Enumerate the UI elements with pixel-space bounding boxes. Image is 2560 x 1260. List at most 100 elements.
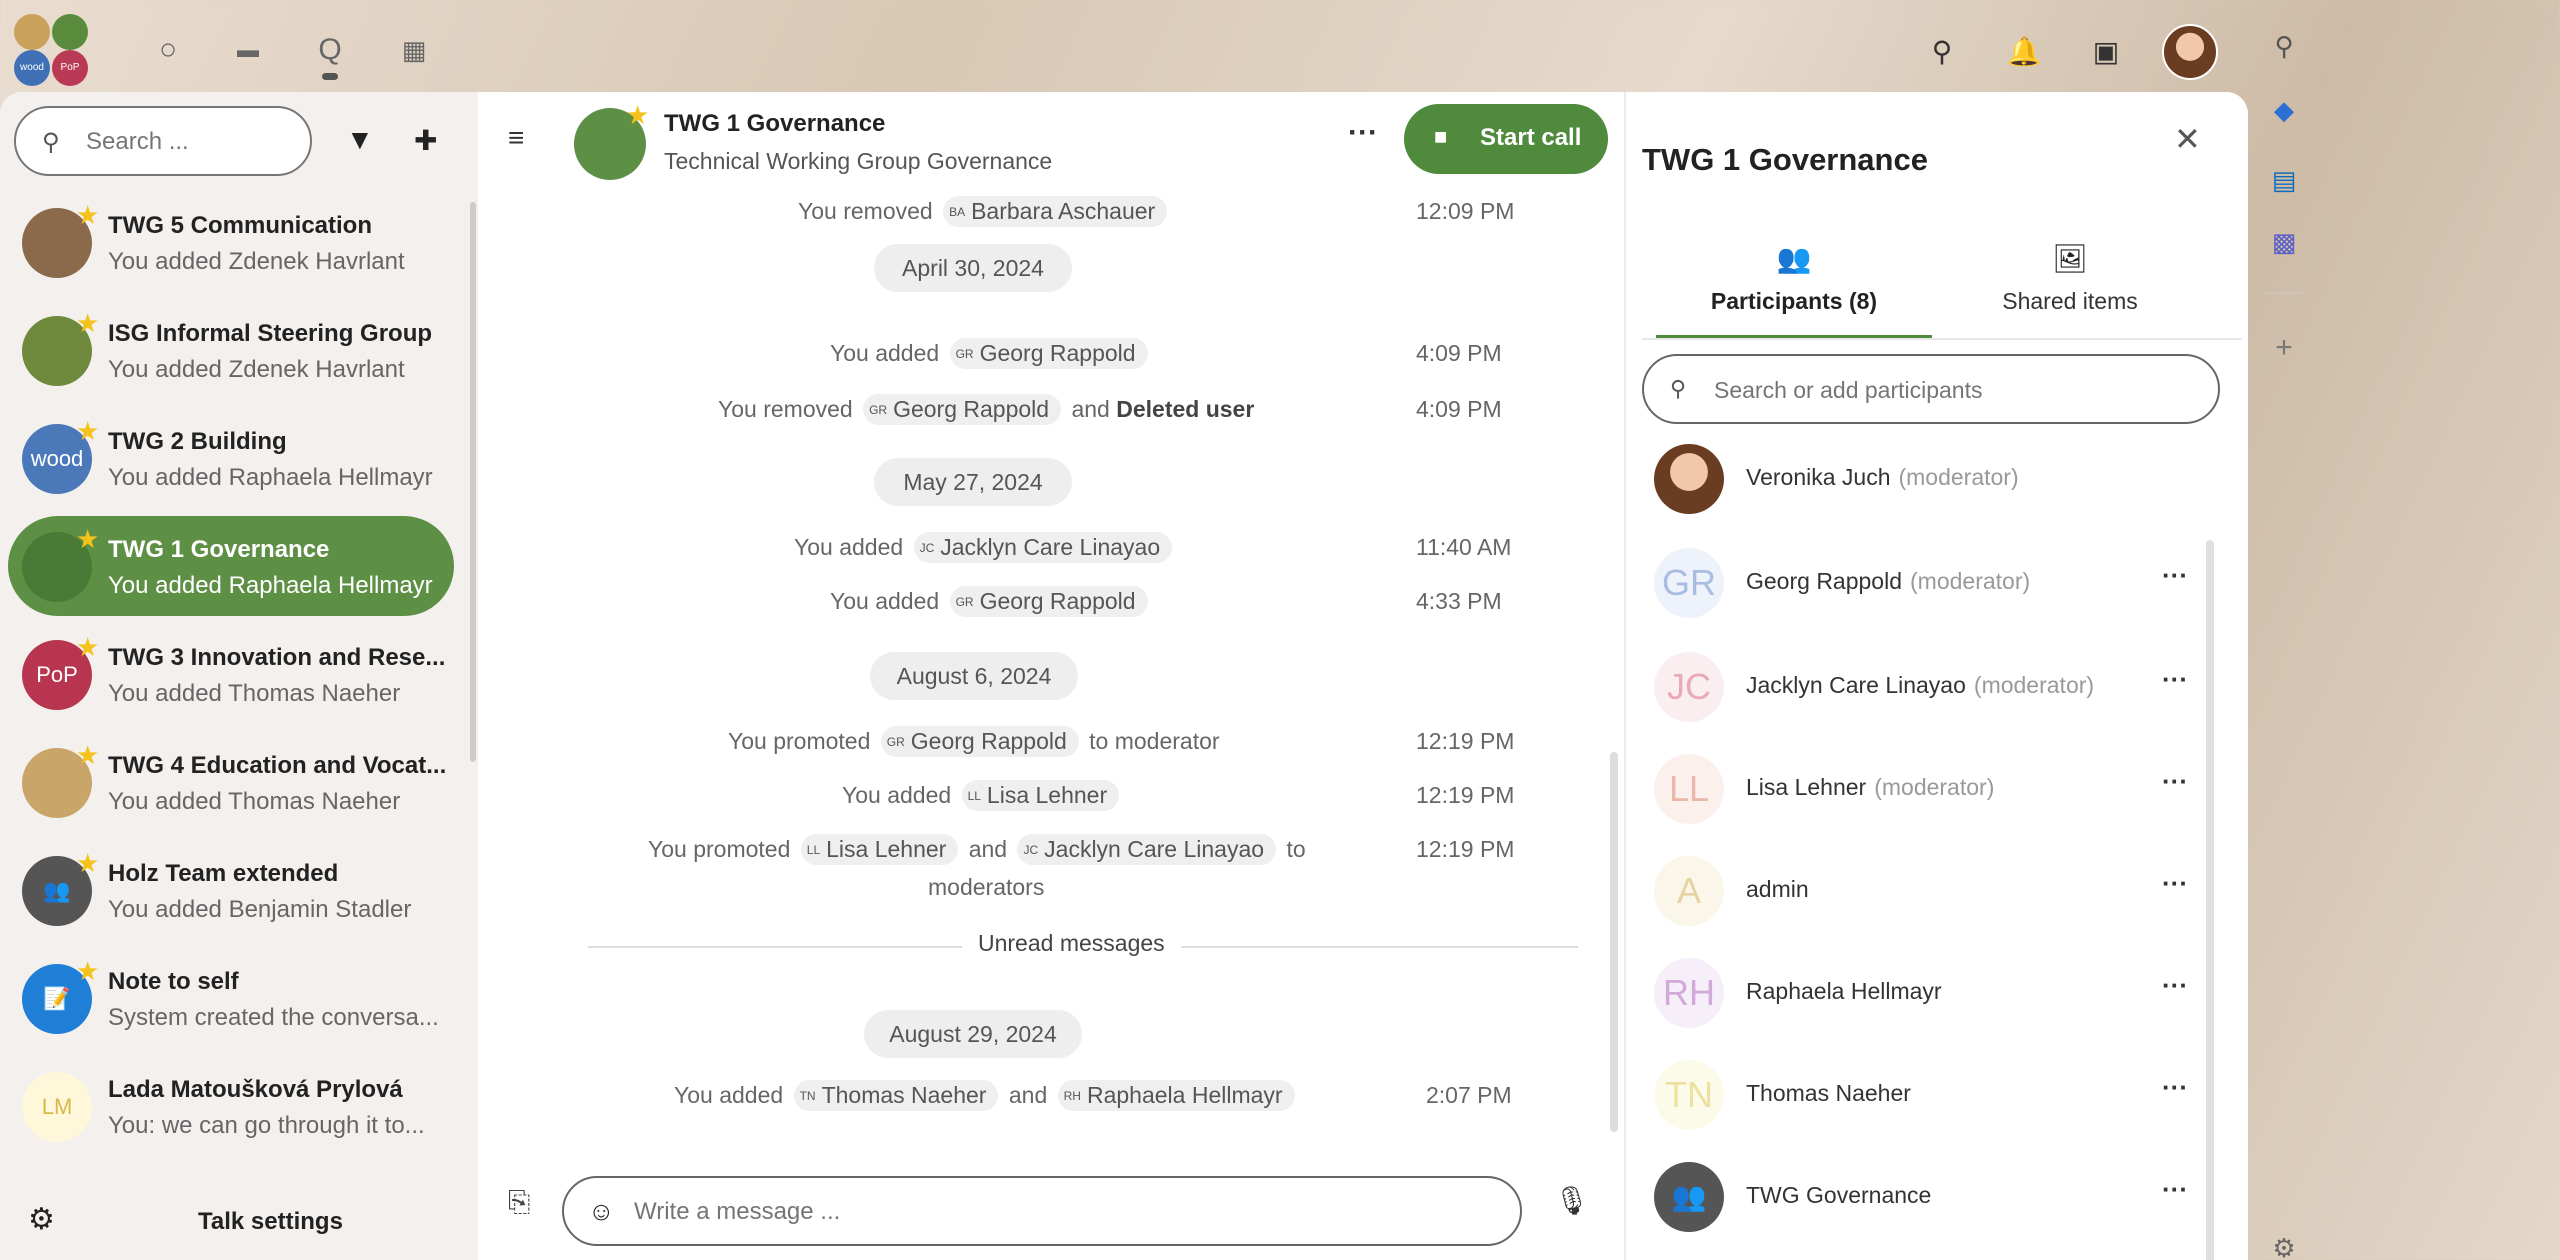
participant-name: Veronika Juch (moderator) — [1746, 464, 2019, 491]
user-chip[interactable]: LL Lisa Lehner — [800, 834, 959, 865]
tab-shared-label: Shared items — [2002, 288, 2138, 314]
user-chip[interactable]: GR Georg Rappold — [949, 338, 1148, 369]
message-input-box[interactable]: ☺ — [562, 1176, 1522, 1246]
favorite-star-icon: ★ — [626, 100, 650, 130]
outlook-icon[interactable]: ▤ — [2264, 160, 2304, 200]
microphone-icon[interactable]: 🎙 — [1554, 1184, 1590, 1217]
participant-display-name: Raphaela Hellmayr — [1746, 978, 1942, 1004]
tab-participants[interactable]: 👥 Participants (8) — [1656, 242, 1932, 340]
user-chip[interactable]: TN Thomas Naeher — [793, 1080, 999, 1111]
participant-item[interactable]: Veronika Juch (moderator) — [1642, 438, 2202, 522]
participant-avatar: TN — [1654, 1060, 1724, 1130]
conversation-item[interactable]: ★ TWG 4 Education and Vocat... You added T… — [8, 732, 454, 832]
more-options-icon[interactable]: ··· — [1348, 116, 1378, 150]
system-message: You removed BA Barbara Aschauer — [798, 196, 1171, 227]
settings-icon[interactable]: ⚙ — [2264, 1228, 2304, 1260]
close-icon[interactable]: ✕ — [2174, 120, 2201, 158]
participant-search[interactable]: ⚲ — [1642, 354, 2220, 424]
search-input[interactable] — [86, 126, 296, 158]
conversation-item[interactable]: ★ TWG 1 Governance You added Raphaela Hell… — [8, 516, 454, 616]
main-card: ⚲ ▼ ✚ ★ TWG 5 Communication You added Zden… — [0, 92, 2248, 1260]
user-chip[interactable]: GR Georg Rappold — [949, 586, 1148, 617]
participant-item[interactable]: LL Lisa Lehner (moderator) ··· — [1642, 748, 2202, 832]
participant-role: (moderator) — [1910, 568, 2031, 594]
user-chip[interactable]: GR Georg Rappold — [863, 394, 1062, 425]
talk-icon[interactable]: Q — [310, 30, 350, 80]
user-chip[interactable]: BA Barbara Aschauer — [943, 196, 1168, 227]
conversation-name: TWG 2 Building — [108, 428, 287, 455]
user-chip[interactable]: JC Jacklyn Care Linayao — [1017, 834, 1277, 865]
conversation-item[interactable]: ★ TWG 5 Communication You added Zdenek Hav… — [8, 192, 454, 292]
participant-role: (moderator) — [1874, 774, 1995, 800]
favorite-star-icon: ★ — [76, 956, 100, 986]
unread-label: Unread messages — [962, 930, 1181, 957]
system-message: You added GR Georg Rappold — [830, 338, 1152, 369]
participant-role: (moderator) — [1898, 464, 2019, 490]
conversation-item[interactable]: ★ ISG Informal Steering Group You added Zd… — [8, 300, 454, 400]
favorite-star-icon: ★ — [76, 308, 100, 338]
participant-item[interactable]: GR Georg Rappold (moderator) ··· — [1642, 542, 2202, 626]
message-time: 12:19 PM — [1416, 836, 1515, 862]
conversation-item[interactable]: LM Lada Matoušková Prylová You: we can go … — [8, 1056, 454, 1156]
participant-more-icon[interactable]: ··· — [2162, 664, 2188, 695]
participant-more-icon[interactable]: ··· — [2162, 868, 2188, 899]
scrollbar[interactable] — [470, 202, 476, 762]
participant-item[interactable]: RH Raphaela Hellmayr ··· — [1642, 952, 2202, 1036]
notifications-icon[interactable]: 🔔 — [2002, 30, 2046, 74]
tab-shared-items[interactable]: 🖼 Shared items — [1932, 242, 2208, 334]
date-separator: August 6, 2024 — [870, 652, 1078, 700]
participant-more-icon[interactable]: ··· — [2162, 1174, 2188, 1205]
message-time: 2:07 PM — [1426, 1082, 1512, 1108]
search-icon[interactable]: ⚲ — [1920, 30, 1964, 74]
message-input[interactable] — [634, 1196, 1494, 1228]
copilot-icon[interactable]: ◆ — [2264, 90, 2304, 130]
message-time: 4:33 PM — [1416, 588, 1502, 614]
talk-settings-button[interactable]: ⚙ Talk settings — [0, 1182, 478, 1260]
logo-part-wood: wood — [14, 50, 50, 86]
contacts-icon[interactable]: ▣ — [2084, 30, 2128, 74]
participant-item[interactable]: JC Jacklyn Care Linayao (moderator) ··· — [1642, 646, 2202, 730]
conversation-search[interactable]: ⚲ — [14, 106, 312, 176]
new-conversation-icon[interactable]: ✚ — [414, 124, 437, 157]
toggle-sidebar-icon[interactable]: ≡ — [508, 122, 524, 154]
search-icon: ⚲ — [1670, 376, 1687, 401]
conversation-item[interactable]: 📝 ★ Note to self System created the convers… — [8, 948, 454, 1048]
participant-more-icon[interactable]: ··· — [2162, 970, 2188, 1001]
participant-name: Georg Rappold (moderator) — [1746, 568, 2030, 595]
participant-more-icon[interactable]: ··· — [2162, 1072, 2188, 1103]
tab-divider — [1642, 338, 2242, 340]
dashboard-icon[interactable]: ○ — [148, 30, 188, 70]
conversation-description: Technical Working Group Governance — [664, 148, 1053, 174]
scrollbar[interactable] — [1610, 752, 1618, 1132]
user-chip[interactable]: RH Raphaela Hellmayr — [1057, 1080, 1295, 1111]
gallery-icon: 🖼 — [2052, 243, 2088, 274]
files-icon[interactable]: ▬ — [228, 30, 268, 70]
conversation-item[interactable]: PoP ★ TWG 3 Innovation and Rese... You adde… — [8, 624, 454, 724]
calendar-icon[interactable]: ▦ — [394, 30, 434, 70]
app-logo[interactable]: wood PoP — [14, 14, 94, 86]
participant-item[interactable]: Aadmin ··· — [1642, 850, 2202, 934]
user-chip[interactable]: GR Georg Rappold — [880, 726, 1079, 757]
teams-icon[interactable]: ▩ — [2264, 222, 2304, 262]
message-time: 4:09 PM — [1416, 340, 1502, 366]
user-chip[interactable]: JC Jacklyn Care Linayao — [913, 532, 1173, 563]
search-icon[interactable]: ⚲ — [2264, 26, 2304, 66]
participant-search-input[interactable] — [1714, 374, 2194, 406]
participant-item[interactable]: 👥 TWG Governance ··· — [1642, 1156, 2202, 1240]
start-call-button[interactable]: ■ Start call — [1404, 104, 1608, 174]
emoji-icon[interactable]: ☺ — [588, 1196, 615, 1227]
user-avatar[interactable] — [2162, 24, 2218, 80]
participants-icon: 👥 — [1776, 243, 1812, 274]
user-chip[interactable]: LL Lisa Lehner — [961, 780, 1120, 811]
scrollbar[interactable] — [2206, 540, 2214, 1260]
conversation-item[interactable]: 👥 ★ Holz Team extended You added Benjamin S… — [8, 840, 454, 940]
attachment-icon[interactable]: ⎘ — [508, 1186, 530, 1219]
participant-more-icon[interactable]: ··· — [2162, 560, 2188, 591]
filter-icon[interactable]: ▼ — [346, 124, 374, 156]
participant-item[interactable]: TN Thomas Naeher ··· — [1642, 1054, 2202, 1138]
add-icon[interactable]: + — [2264, 328, 2304, 368]
conversation-item[interactable]: wood ★ TWG 2 Building You added Raphaela He… — [8, 408, 454, 508]
favorite-star-icon: ★ — [76, 524, 100, 554]
participant-role: (moderator) — [1973, 672, 2095, 698]
participant-more-icon[interactable]: ··· — [2162, 766, 2188, 797]
